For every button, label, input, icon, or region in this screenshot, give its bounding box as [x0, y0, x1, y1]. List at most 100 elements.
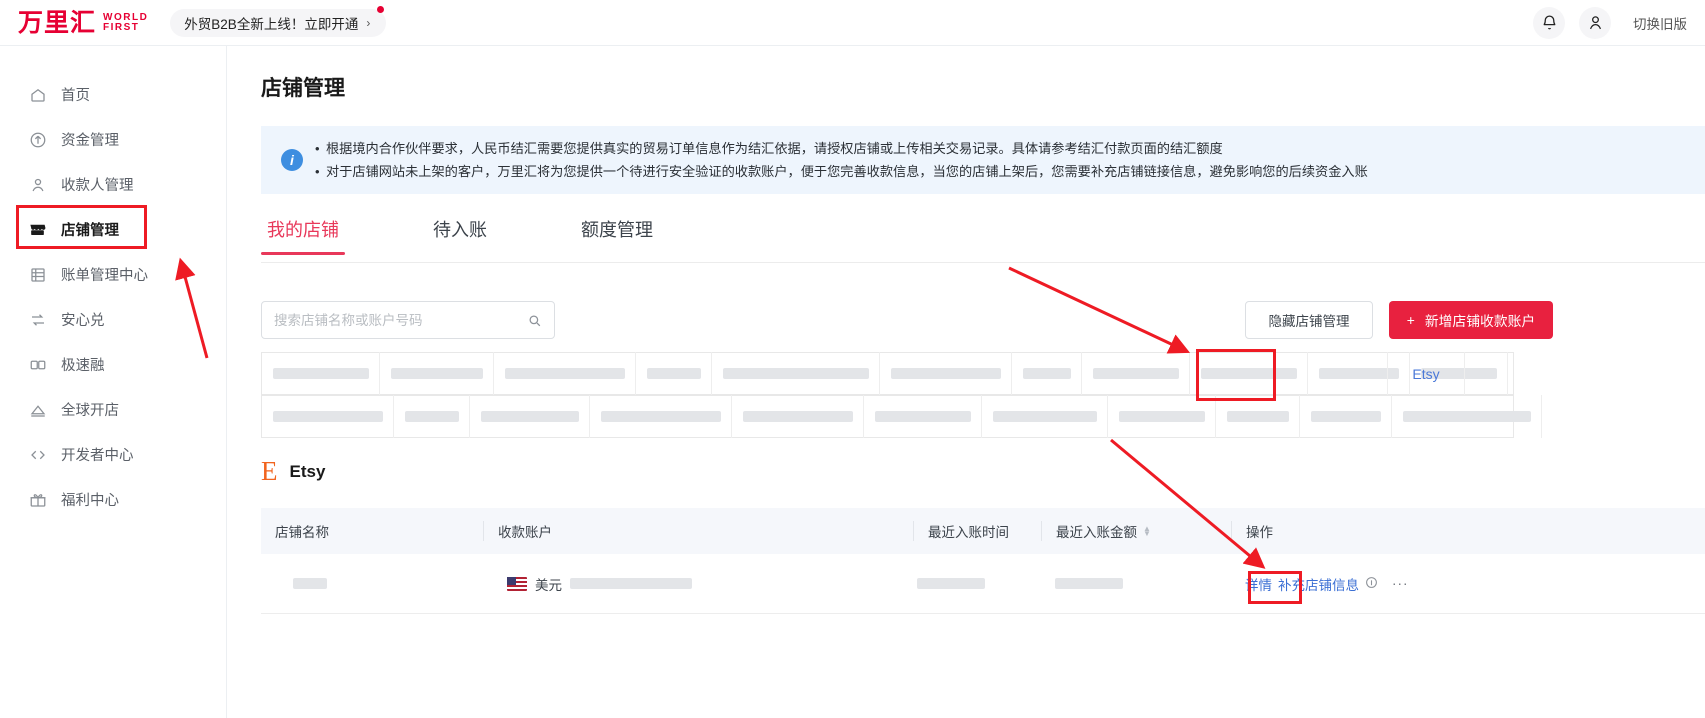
- sidebar-item-label: 极速融: [61, 354, 105, 375]
- promo-label: 外贸B2B全新上线！立即开通: [184, 13, 358, 33]
- platform-chip[interactable]: [1216, 395, 1300, 438]
- notifications-button[interactable]: [1533, 7, 1565, 39]
- page-title: 店铺管理: [261, 72, 345, 102]
- platform-chip[interactable]: [636, 352, 712, 395]
- sidebar-item-secure-exchange[interactable]: 安心兑: [0, 297, 226, 342]
- search-input[interactable]: [274, 313, 527, 328]
- platform-chip[interactable]: [982, 395, 1108, 438]
- sidebar-item-global-store[interactable]: 全球开店: [0, 387, 226, 432]
- globalstore-icon: [28, 400, 47, 419]
- platform-chip[interactable]: [1012, 352, 1082, 395]
- platform-chip[interactable]: [1082, 352, 1190, 395]
- supplement-store-info-link[interactable]: 补充店铺信息: [1278, 574, 1359, 594]
- info-circle-icon[interactable]: [1365, 576, 1378, 592]
- brand-logo[interactable]: 万里汇 WORLD FIRST: [18, 10, 148, 35]
- notice-banner: i 根据境内合作伙伴要求，人民币结汇需要您提供真实的贸易订单信息作为结汇依据，请…: [261, 126, 1705, 194]
- platform-chip-row-1[interactable]: [261, 352, 1514, 395]
- etsy-logo-icon: E: [261, 458, 278, 485]
- platform-chip[interactable]: [262, 352, 380, 395]
- platform-chip[interactable]: [712, 352, 880, 395]
- sort-icon[interactable]: ▲▼: [1143, 526, 1151, 536]
- sidebar-item-label: 资金管理: [61, 129, 119, 150]
- platform-chip[interactable]: [470, 395, 590, 438]
- redacted-platform-name: [391, 368, 483, 379]
- sidebar-item-home[interactable]: 首页: [0, 72, 226, 117]
- tab-pending-deposit[interactable]: 待入账: [427, 216, 493, 255]
- column-receiving-account: 收款账户: [483, 521, 913, 541]
- platform-chip[interactable]: [394, 395, 470, 438]
- column-last-deposit-time: 最近入账时间: [913, 521, 1041, 541]
- platform-chip[interactable]: [1300, 395, 1392, 438]
- sidebar: 首页 资金管理 收款人管理: [0, 46, 227, 718]
- cell-last-deposit-amount: [1041, 578, 1231, 589]
- developer-icon: [28, 445, 47, 464]
- redacted-last-time: [917, 578, 985, 589]
- user-icon: [1587, 14, 1604, 31]
- redacted-platform-name: [723, 368, 869, 379]
- sidebar-item-payee-management[interactable]: 收款人管理: [0, 162, 226, 207]
- search-icon[interactable]: [527, 313, 542, 328]
- table-row: 美元 详情 补充店铺信息 ···: [261, 554, 1705, 614]
- platform-chip[interactable]: [380, 352, 494, 395]
- sidebar-item-benefits-center[interactable]: 福利中心: [0, 477, 226, 522]
- column-actions: 操作: [1231, 521, 1431, 541]
- tab-bar: 我的店铺 待入账 额度管理: [261, 216, 741, 255]
- tab-my-stores[interactable]: 我的店铺: [261, 216, 345, 255]
- platform-chip[interactable]: [732, 395, 864, 438]
- chevron-right-icon: ›: [366, 16, 370, 30]
- sidebar-item-label: 开发者中心: [61, 444, 134, 465]
- cell-shop-name: [261, 578, 483, 589]
- fund-icon: [28, 130, 47, 149]
- bell-icon: [1541, 14, 1558, 31]
- promo-banner[interactable]: 外贸B2B全新上线！立即开通 ›: [170, 9, 386, 37]
- stores-table: 店铺名称 收款账户 最近入账时间 最近入账金额 ▲▼ 操作 美元: [261, 508, 1705, 614]
- platform-section-name: Etsy: [290, 462, 326, 482]
- search-box[interactable]: [261, 301, 555, 339]
- redacted-platform-name: [273, 368, 369, 379]
- logo-english: WORLD FIRST: [103, 13, 148, 33]
- platform-chip[interactable]: [1108, 395, 1216, 438]
- redacted-platform-name: [505, 368, 625, 379]
- redacted-last-amount: [1055, 578, 1123, 589]
- cell-receiving-account: 美元: [483, 574, 913, 594]
- redacted-platform-name: [405, 411, 459, 422]
- sidebar-item-developer-center[interactable]: 开发者中心: [0, 432, 226, 477]
- top-bar-actions: 切换旧版: [1533, 7, 1705, 39]
- redacted-shop-name: [293, 578, 327, 589]
- redacted-platform-name: [743, 411, 853, 422]
- redacted-platform-name: [647, 368, 701, 379]
- redacted-platform-name: [1119, 411, 1205, 422]
- platform-chip-etsy[interactable]: Etsy: [1387, 352, 1465, 395]
- hide-store-management-button[interactable]: 隐藏店铺管理: [1245, 301, 1373, 339]
- sidebar-item-fast-financing[interactable]: 极速融: [0, 342, 226, 387]
- sidebar-item-bill-center[interactable]: 账单管理中心: [0, 252, 226, 297]
- platform-chip[interactable]: [1190, 352, 1308, 395]
- detail-link[interactable]: 详情: [1245, 574, 1272, 594]
- sidebar-item-fund-management[interactable]: 资金管理: [0, 117, 226, 162]
- redacted-platform-name: [601, 411, 721, 422]
- platform-chip[interactable]: [1392, 395, 1542, 438]
- more-actions-button[interactable]: ···: [1392, 576, 1409, 591]
- tab-divider: [261, 262, 1705, 263]
- platform-chip[interactable]: [880, 352, 1012, 395]
- sidebar-item-label: 账单管理中心: [61, 264, 148, 285]
- column-last-deposit-amount[interactable]: 最近入账金额 ▲▼: [1041, 521, 1231, 541]
- add-store-account-button[interactable]: + 新增店铺收款账户: [1389, 301, 1553, 339]
- platform-chip[interactable]: [494, 352, 636, 395]
- platform-chip-row-2[interactable]: [261, 395, 1514, 438]
- app-root: 万里汇 WORLD FIRST 外贸B2B全新上线！立即开通 ›: [0, 0, 1705, 718]
- platform-chip[interactable]: [262, 395, 394, 438]
- account-button[interactable]: [1579, 7, 1611, 39]
- platform-chip[interactable]: [864, 395, 982, 438]
- redacted-platform-name: [481, 411, 579, 422]
- switch-legacy-link[interactable]: 切换旧版: [1633, 13, 1687, 33]
- finance-icon: [28, 355, 47, 374]
- sidebar-item-label: 店铺管理: [61, 219, 119, 240]
- tab-quota-management[interactable]: 额度管理: [575, 216, 659, 255]
- redacted-platform-name: [1227, 411, 1289, 422]
- redacted-platform-name: [1093, 368, 1179, 379]
- platform-chip[interactable]: [590, 395, 732, 438]
- redacted-platform-name: [1311, 411, 1381, 422]
- sidebar-item-store-management[interactable]: 店铺管理: [0, 207, 226, 252]
- cell-actions: 详情 补充店铺信息 ···: [1231, 574, 1431, 594]
